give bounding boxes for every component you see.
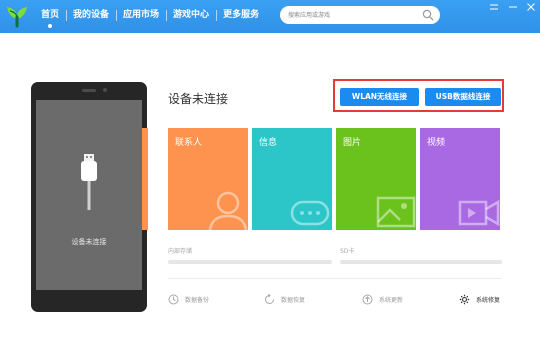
search-box — [280, 6, 440, 24]
system-update-button[interactable]: 系统更新 — [362, 292, 403, 306]
tool-label: 数据恢复 — [281, 296, 306, 304]
active-indicator — [48, 24, 52, 28]
usb-connect-button[interactable]: USB数据线连接 — [425, 88, 501, 106]
tool-label: 数据备份 — [185, 296, 210, 304]
usb-cable-icon — [81, 154, 97, 210]
top-bar: 首页 我的设备 应用市场 游戏中心 更多服务 — [0, 0, 540, 33]
nav-item-game-center[interactable]: 游戏中心 — [166, 0, 216, 30]
app-window: 首页 我的设备 应用市场 游戏中心 更多服务 搜索应用或游戏 设备未连接 设备未… — [0, 0, 540, 358]
app-logo-icon — [7, 7, 27, 28]
divider — [168, 278, 502, 279]
video-icon — [458, 199, 500, 227]
nav-item-label: 游戏中心 — [173, 10, 210, 20]
main-nav: 首页 我的设备 应用市场 游戏中心 更多服务 — [34, 0, 266, 30]
nav-item-label: 我的设备 — [73, 10, 110, 20]
update-icon — [362, 294, 373, 304]
sd-storage-label: SD卡 — [340, 248, 355, 255]
restore-icon — [265, 293, 274, 304]
search-input[interactable] — [288, 8, 418, 22]
tile-label: 视频 — [427, 138, 446, 148]
contact-icon — [208, 191, 248, 230]
phone-status-text: 设备未连接 — [71, 238, 107, 246]
message-icon — [290, 200, 330, 226]
nav-item-label: 首页 — [41, 10, 60, 20]
backup-button[interactable]: 数据备份 — [168, 292, 209, 306]
nav-item-my-devices[interactable]: 我的设备 — [66, 0, 116, 30]
tile-label: 图片 — [343, 138, 362, 148]
picture-icon — [376, 196, 416, 228]
nav-item-label: 更多服务 — [223, 10, 260, 20]
tile-contacts[interactable]: 联系人 — [168, 128, 248, 230]
internal-storage-bar — [168, 260, 332, 264]
phone-camera — [103, 88, 107, 92]
nav-item-label: 应用市场 — [123, 10, 160, 20]
search-icon[interactable] — [422, 9, 434, 21]
tile-videos[interactable]: 视频 — [420, 128, 500, 230]
tile-label: 联系人 — [175, 138, 203, 148]
minimize-icon[interactable] — [508, 2, 518, 12]
restore-button[interactable]: 数据恢复 — [264, 292, 305, 306]
nav-item-home[interactable]: 首页 — [34, 0, 66, 30]
sd-storage-bar — [340, 260, 502, 264]
tile-messages[interactable]: 信息 — [252, 128, 332, 230]
tile-label: 信息 — [259, 138, 278, 148]
nav-item-app-market[interactable]: 应用市场 — [116, 0, 166, 30]
phone-screen: 设备未连接 — [36, 100, 142, 290]
backup-icon — [168, 294, 179, 304]
wlan-connect-button[interactable]: WLAN无线连接 — [340, 88, 419, 106]
phone-illustration: 设备未连接 — [31, 82, 147, 312]
menu-icon[interactable] — [489, 2, 499, 12]
connection-status-title: 设备未连接 — [168, 92, 229, 106]
system-repair-button[interactable]: 系统修复 — [459, 292, 500, 306]
internal-storage-label: 内部存储 — [168, 248, 193, 255]
tile-edge-strip — [142, 128, 148, 230]
close-icon[interactable] — [526, 2, 536, 12]
gear-icon — [459, 294, 470, 304]
nav-item-more-services[interactable]: 更多服务 — [216, 0, 266, 30]
tool-label: 系统更新 — [379, 296, 404, 304]
phone-speaker — [82, 89, 96, 92]
tile-photos[interactable]: 图片 — [336, 128, 416, 230]
tool-label: 系统修复 — [476, 296, 501, 304]
